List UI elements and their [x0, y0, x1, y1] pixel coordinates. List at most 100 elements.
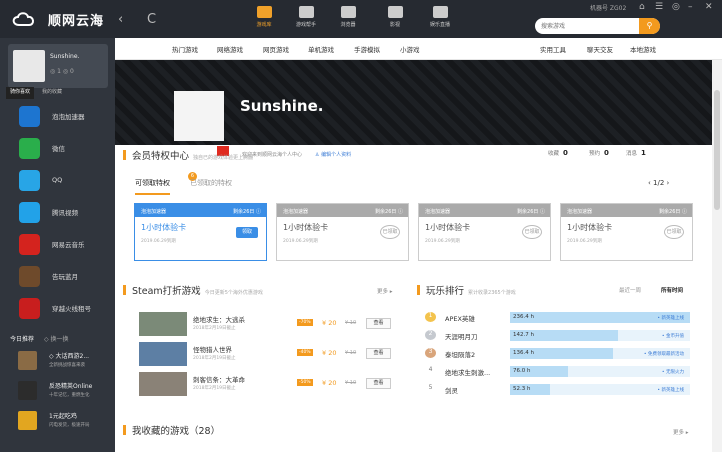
refresh-recommend-button[interactable]: ◇ 换一换 — [44, 336, 69, 343]
game-thumbnail — [139, 372, 187, 396]
perk-card[interactable]: 泡泡加速器 剩余26日 ⓘ 1小时体验卡 2019.06.29到期 已领取 — [276, 203, 409, 261]
steam-more-link[interactable]: 更多 ▸ — [377, 287, 393, 295]
rank-row[interactable]: 1 APEX英雄 236.4 h • 新英雄上线 — [425, 309, 697, 325]
stat-reservations[interactable]: 预约 0 — [589, 149, 609, 157]
sidebar-tab-collection[interactable]: 我的收藏 — [38, 87, 66, 99]
category-item[interactable]: 热门游戏 — [172, 44, 198, 54]
section-accent — [123, 150, 126, 160]
tab-live[interactable]: 娱乐直播 — [420, 4, 460, 36]
view-button[interactable]: 查看 — [366, 378, 391, 389]
perk-card[interactable]: 泡泡加速器 剩余26日 ⓘ 1小时体验卡 2019.06.29到期 已领取 — [418, 203, 551, 261]
back-button[interactable]: ‹ — [118, 12, 123, 27]
sidebar-app[interactable]: QQ — [0, 164, 115, 196]
perk-card[interactable]: 泡泡加速器 剩余26日 ⓘ 1小时体验卡 2019.06.29到期 已领取 — [560, 203, 693, 261]
skin-icon[interactable]: ◎ — [672, 2, 680, 12]
tab-all-time[interactable]: 所有时间 — [661, 286, 683, 294]
tab-game-helper[interactable]: 游戏帮手 — [286, 4, 326, 36]
category-item[interactable]: 手游模拟 — [354, 44, 380, 54]
tab-game-library[interactable]: 游戏库 — [244, 4, 284, 36]
user-card[interactable]: Sunshine. ◎ 1 ◎ 0 — [8, 44, 108, 88]
rank-row[interactable]: 2 天涯明月刀 142.7 h • 金币升值 — [425, 327, 697, 343]
perk-card[interactable]: 泡泡加速器 剩余26日 ⓘ 1小时体验卡 2019.06.29到期 领取 — [134, 203, 267, 261]
card-brand: 泡泡加速器 — [283, 209, 309, 215]
rank-row[interactable]: 4 绝地求生刺激... 76.0 h • 无限火力 — [425, 363, 697, 379]
card-header: 泡泡加速器 剩余26日 ⓘ — [135, 204, 266, 217]
deal-title: 绝地求生：大逃杀 — [193, 316, 245, 324]
section-accent — [123, 425, 126, 435]
card-brand: 泡泡加速器 — [425, 209, 451, 215]
card-date: 2019.06.29到期 — [567, 239, 602, 244]
sidebar-app[interactable]: 告玩蓝月 — [0, 260, 115, 292]
tab-claimed-perks[interactable]: 已领取的特权 — [190, 178, 232, 188]
minimize-icon[interactable]: – — [688, 2, 693, 12]
tab-video[interactable]: 影视 — [375, 4, 415, 36]
sidebar-app[interactable]: 网易云音乐 — [0, 228, 115, 260]
rank-desc: • 免费领取最新活动 — [643, 352, 684, 357]
scrollbar[interactable] — [712, 60, 722, 452]
rank-row[interactable]: 3 泰坦陨落2 136.4 h • 免费领取最新活动 — [425, 345, 697, 361]
category-item[interactable]: 本地游戏 — [630, 44, 656, 54]
rank-number: 4 — [428, 366, 433, 373]
sidebar-app[interactable]: 穿越火线租号 — [0, 292, 115, 324]
rank-row[interactable]: 5 剑灵 52.3 h • 新英雄上线 — [425, 381, 697, 397]
claim-button[interactable]: 领取 — [236, 227, 258, 238]
accelerator-icon — [19, 105, 40, 127]
app-window: 顺网云海 ‹ C 游戏库 游戏帮手 浏览器 影视 娱乐直播 机器号 ZG02 ⌂… — [0, 0, 722, 452]
category-item[interactable]: 聊天交友 — [587, 44, 613, 54]
card-title: 1小时体验卡 — [141, 223, 187, 232]
machine-id: 机器号 ZG02 — [590, 5, 627, 12]
menu-icon[interactable]: ☰ — [655, 2, 663, 12]
tab-available-perks[interactable]: 可领取特权 — [135, 178, 170, 195]
sidebar-app[interactable]: 微信 — [0, 132, 115, 164]
card-header: 泡泡加速器 剩余26日 ⓘ — [419, 204, 550, 217]
sidebar-tab-favorite[interactable]: 骑你喜欢 — [6, 87, 35, 99]
home-icon[interactable]: ⌂ — [639, 2, 645, 12]
profile-avatar[interactable] — [174, 91, 224, 141]
tab-label: 浏览器 — [340, 22, 356, 28]
favorites-more-link[interactable]: 更多 ▸ — [673, 428, 689, 436]
view-button[interactable]: 查看 — [366, 348, 391, 359]
sidebar-app-label: 穿越火线租号 — [52, 305, 91, 313]
sidebar-app[interactable]: 泡泡加速器 — [0, 100, 115, 132]
sidebar-app[interactable]: 腾讯视频 — [0, 196, 115, 228]
recommend-item-title: ◇ 大话西游2... — [49, 353, 90, 360]
card-date: 2019.06.29到期 — [141, 239, 176, 244]
view-button[interactable]: 查看 — [366, 318, 391, 329]
favorites-section-header: 我收藏的游戏（28） — [123, 423, 220, 437]
stat-favorites[interactable]: 收藏 0 — [548, 149, 568, 157]
recommend-item[interactable]: ◇ 大话西游2... 全新挑战惊喜来袭 — [0, 348, 115, 376]
category-item[interactable]: 网络游戏 — [217, 44, 243, 54]
category-item[interactable]: 小游戏 — [400, 44, 420, 54]
category-item[interactable]: 网页游戏 — [263, 44, 289, 54]
deal-row[interactable]: 刺客信条：大革命 2018年2月19日截止 -50% ¥ 20 ¥ 10 查看 — [135, 370, 400, 398]
card-date: 2019.06.29到期 — [425, 239, 460, 244]
recommend-item[interactable]: 1元起吃鸡 闪电发货，极速开局 — [0, 408, 115, 436]
discount-badge: -40% — [297, 349, 313, 356]
edit-profile-link[interactable]: ♙ 编辑个人资料 — [315, 151, 351, 158]
helper-icon — [298, 6, 314, 18]
section-accent — [123, 285, 126, 295]
card-title: 1小时体验卡 — [567, 223, 613, 232]
stat-value: 0 — [604, 149, 609, 157]
deal-row[interactable]: 怪物猎人世界 2018年2月19日截止 -40% ¥ 20 ¥ 10 查看 — [135, 340, 400, 368]
gamepad-icon — [256, 6, 272, 18]
rank-desc: • 金币升值 — [661, 334, 684, 339]
claimed-stamp: 已领取 — [380, 225, 400, 239]
stat-messages[interactable]: 消息 1 — [626, 149, 646, 157]
perk-pager[interactable]: ‹ 1/2 › — [648, 179, 669, 187]
category-item[interactable]: 实用工具 — [540, 44, 566, 54]
rank-number: 5 — [428, 384, 433, 391]
recommend-item[interactable]: 反恐精英Online 十年记忆，重燃生化 — [0, 378, 115, 406]
search-input[interactable] — [535, 18, 639, 34]
deal-row[interactable]: 绝地求生：大逃杀 2018年2月19日截止 -70% ¥ 20 ¥ 10 查看 — [135, 310, 400, 338]
tab-recent-week[interactable]: 最近一周 — [619, 286, 641, 294]
profile-name: Sunshine. — [240, 97, 324, 115]
refresh-button[interactable]: C — [147, 12, 156, 27]
category-item[interactable]: 单机游戏 — [308, 44, 334, 54]
close-icon[interactable]: ✕ — [705, 2, 713, 12]
scrollbar-thumb[interactable] — [714, 90, 720, 210]
next-page-icon[interactable]: › — [664, 179, 670, 187]
tab-browser[interactable]: 浏览器 — [328, 4, 368, 36]
rank-bar: 76.0 h • 无限火力 — [510, 366, 690, 377]
search-icon[interactable]: ⚲ — [639, 18, 660, 34]
